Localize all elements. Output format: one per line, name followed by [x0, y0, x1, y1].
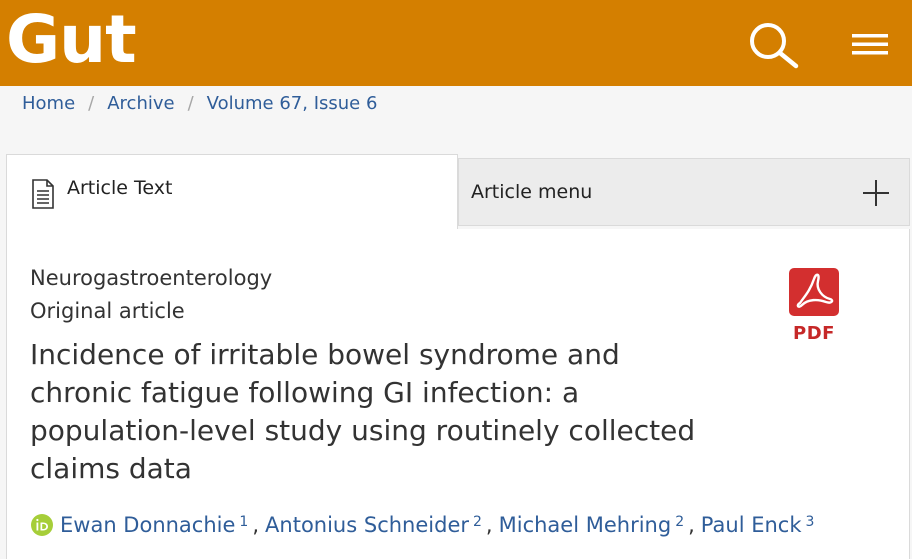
breadcrumb-home[interactable]: Home: [22, 93, 75, 114]
author-link[interactable]: Ewan Donnachie: [60, 513, 235, 537]
author-link[interactable]: Paul Enck: [701, 513, 802, 537]
plus-icon: [863, 180, 889, 206]
author-affiliation[interactable]: 2: [473, 514, 482, 530]
author-name: Ewan Donnachie: [60, 513, 236, 537]
orcid-icon[interactable]: [30, 513, 54, 537]
author-name: Paul Enck: [700, 513, 802, 537]
search-button[interactable]: [746, 20, 802, 70]
hamburger-menu-icon: [852, 34, 888, 55]
author-affiliation[interactable]: 1: [239, 514, 248, 530]
search-icon: [750, 23, 799, 69]
pdf-label: PDF: [793, 323, 835, 344]
article-type: Original article: [30, 299, 185, 323]
pdf-download-button[interactable]: PDF: [788, 267, 840, 345]
journal-logo[interactable]: Gut: [6, 0, 137, 80]
author-affiliation[interactable]: 3: [806, 514, 815, 530]
author-separator: ,: [252, 513, 260, 537]
author-separator: ,: [485, 513, 493, 537]
breadcrumb-separator: /: [88, 92, 95, 114]
document-icon: [32, 178, 54, 209]
breadcrumb-issue[interactable]: Volume 67, Issue 6: [207, 93, 378, 114]
site-header: Gut: [0, 0, 912, 86]
author-name: Antonius Schneider: [265, 513, 469, 537]
breadcrumb-separator: /: [187, 92, 194, 114]
tab-article-menu-label: Article menu: [471, 181, 593, 203]
author-affiliation[interactable]: 2: [675, 514, 684, 530]
adobe-pdf-icon: [789, 268, 839, 316]
breadcrumb-archive[interactable]: Archive: [107, 93, 174, 114]
tab-article-menu[interactable]: Article menu: [458, 158, 910, 226]
main-menu-button[interactable]: [848, 26, 894, 62]
article-title: Incidence of irritable bowel syndrome an…: [30, 338, 696, 485]
breadcrumb: Home / Archive / Volume 67, Issue 6: [22, 90, 377, 116]
tab-article-text-label: Article Text: [67, 176, 173, 199]
author-name: Michael Mehring: [498, 513, 672, 537]
article-section: Neurogastroenterology: [30, 266, 273, 290]
author-list: Ewan Donnachie 1, Antonius Schneider 2, Mi…: [30, 513, 910, 537]
author-separator: ,: [688, 513, 695, 537]
tab-article-text[interactable]: Article Text: [6, 154, 458, 230]
author-link[interactable]: Antonius Schneider: [265, 513, 469, 537]
author-link[interactable]: Michael Mehring: [499, 513, 672, 537]
